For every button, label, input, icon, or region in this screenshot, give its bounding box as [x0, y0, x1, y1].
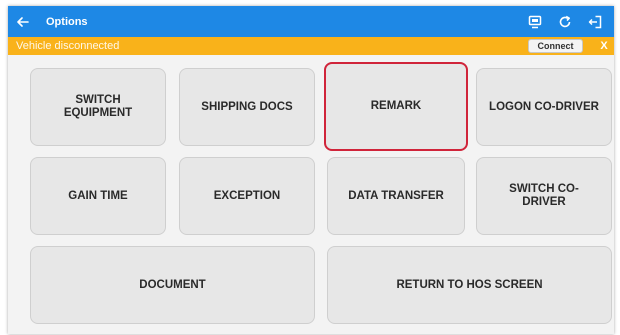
shipping-docs-button[interactable]: SHIPPING DOCS	[179, 68, 315, 146]
dismiss-banner-button[interactable]: X	[597, 38, 611, 54]
screen-share-button[interactable]	[520, 6, 550, 37]
gain-time-label: GAIN TIME	[68, 189, 128, 202]
banner-message: Vehicle disconnected	[16, 40, 120, 52]
remark-button[interactable]: REMARK	[324, 62, 468, 151]
app-bar-actions	[520, 6, 610, 37]
logout-icon	[588, 15, 602, 28]
shipping-docs-label: SHIPPING DOCS	[201, 100, 293, 113]
switch-equipment-label: SWITCH EQUIPMENT	[63, 94, 133, 119]
connect-button[interactable]: Connect	[528, 39, 583, 53]
document-button[interactable]: DOCUMENT	[30, 246, 315, 324]
app-bar: Options	[8, 6, 614, 37]
logout-button[interactable]	[580, 6, 610, 37]
document-label: DOCUMENT	[139, 278, 206, 291]
exception-button[interactable]: EXCEPTION	[179, 157, 315, 235]
vehicle-status-banner: Vehicle disconnected Connect X	[8, 37, 614, 55]
exception-label: EXCEPTION	[213, 189, 281, 202]
arrow-left-icon	[17, 16, 29, 27]
switch-equipment-button[interactable]: SWITCH EQUIPMENT	[30, 68, 166, 146]
gain-time-button[interactable]: GAIN TIME	[30, 157, 166, 235]
refresh-button[interactable]	[550, 6, 580, 37]
switch-co-driver-label: SWITCH CO- DRIVER	[509, 183, 579, 208]
logon-co-driver-button[interactable]: LOGON CO-DRIVER	[476, 68, 612, 146]
return-to-hos-button[interactable]: RETURN TO HOS SCREEN	[327, 246, 612, 324]
back-button[interactable]	[8, 6, 38, 37]
data-transfer-button[interactable]: DATA TRANSFER	[327, 157, 465, 235]
data-transfer-label: DATA TRANSFER	[348, 189, 444, 202]
page-title: Options	[46, 15, 88, 28]
options-screen: Options Vehicle disconnected Connect X S…	[8, 6, 614, 334]
remark-label: REMARK	[370, 100, 422, 112]
screen-share-icon	[528, 15, 542, 28]
refresh-icon	[559, 15, 571, 27]
return-to-hos-label: RETURN TO HOS SCREEN	[396, 278, 543, 291]
logon-co-driver-label: LOGON CO-DRIVER	[489, 100, 599, 113]
switch-co-driver-button[interactable]: SWITCH CO- DRIVER	[476, 157, 612, 235]
